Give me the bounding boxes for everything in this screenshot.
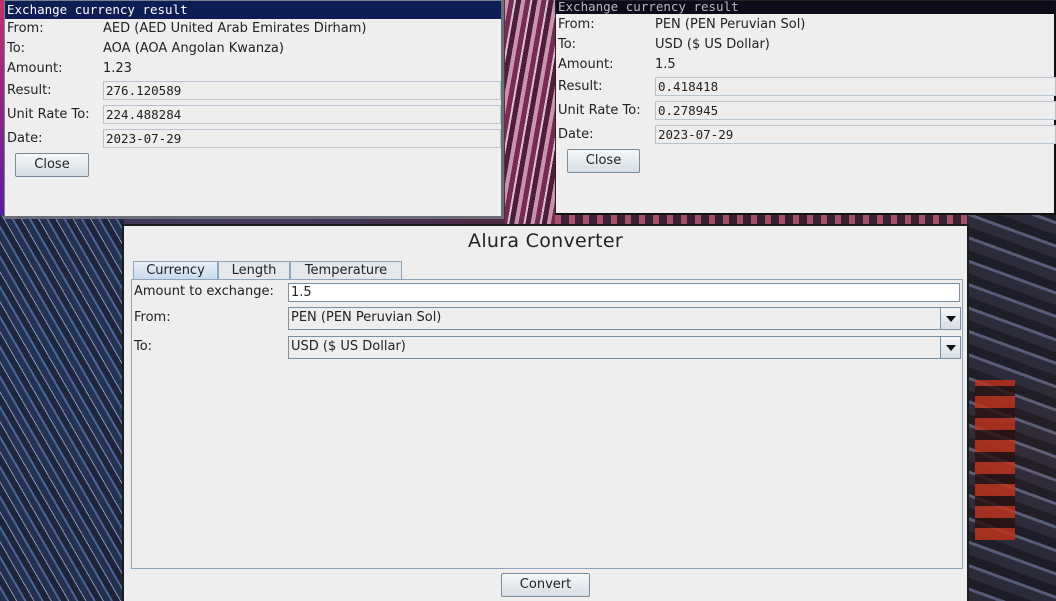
to-value: USD ($ US Dollar) [655, 37, 770, 52]
dialog-titlebar[interactable]: Exchange currency result [5, 1, 501, 19]
wallpaper-art [968, 215, 1056, 601]
result-label: Result: [558, 79, 603, 94]
to-selected-value: USD ($ US Dollar) [291, 339, 406, 354]
from-selected-value: PEN (PEN Peruvian Sol) [291, 310, 442, 325]
unit-rate-field[interactable]: 224.488284 [103, 105, 501, 124]
from-value: AED (AED United Arab Emirates Dirham) [103, 21, 367, 36]
unit-rate-label: Unit Rate To: [558, 103, 641, 118]
tab-temperature[interactable]: Temperature [290, 261, 402, 281]
amount-value: 1.5 [655, 57, 676, 72]
exchange-result-dialog-left: Exchange currency result From: AED (AED … [4, 0, 504, 219]
wallpaper-art [975, 380, 1015, 540]
chevron-down-icon[interactable] [940, 337, 960, 358]
converter-window: Alura Converter Currency Length Temperat… [122, 224, 969, 601]
from-label: From: [558, 17, 595, 32]
from-value: PEN (PEN Peruvian Sol) [655, 17, 806, 32]
app-title: Alura Converter [468, 230, 623, 252]
convert-button[interactable]: Convert [501, 573, 590, 597]
from-currency-select[interactable]: PEN (PEN Peruvian Sol) [288, 307, 961, 330]
to-value: AOA (AOA Angolan Kwanza) [103, 41, 284, 56]
amount-label: Amount: [7, 61, 63, 76]
date-field[interactable]: 2023-07-29 [103, 129, 501, 148]
result-field[interactable]: 0.418418 [655, 77, 1056, 96]
currency-panel: Amount to exchange: 1.5 From: PEN (PEN P… [131, 279, 963, 569]
tab-length[interactable]: Length [218, 261, 290, 281]
exchange-result-dialog-right: Exchange currency result From: PEN (PEN … [555, 0, 1056, 215]
close-button[interactable]: Close [15, 153, 89, 177]
from-label: From: [7, 21, 44, 36]
date-field[interactable]: 2023-07-29 [655, 125, 1056, 144]
chevron-down-icon[interactable] [940, 308, 960, 329]
amount-value: 1.23 [103, 61, 132, 76]
wallpaper-art [0, 215, 124, 601]
amount-input[interactable]: 1.5 [288, 283, 960, 302]
unit-rate-label: Unit Rate To: [7, 107, 90, 122]
to-label: To: [7, 41, 26, 56]
from-label: From: [134, 310, 171, 325]
amount-label: Amount: [558, 57, 614, 72]
close-button[interactable]: Close [567, 149, 640, 173]
amount-label: Amount to exchange: [134, 284, 274, 299]
result-label: Result: [7, 83, 52, 98]
dialog-titlebar[interactable]: Exchange currency result [556, 0, 1054, 14]
unit-rate-field[interactable]: 0.278945 [655, 101, 1056, 120]
date-label: Date: [558, 127, 594, 142]
result-field[interactable]: 276.120589 [103, 81, 501, 100]
to-label: To: [558, 37, 577, 52]
date-label: Date: [7, 131, 43, 146]
to-label: To: [134, 339, 153, 354]
wallpaper-art [505, 0, 555, 225]
to-currency-select[interactable]: USD ($ US Dollar) [288, 336, 961, 359]
